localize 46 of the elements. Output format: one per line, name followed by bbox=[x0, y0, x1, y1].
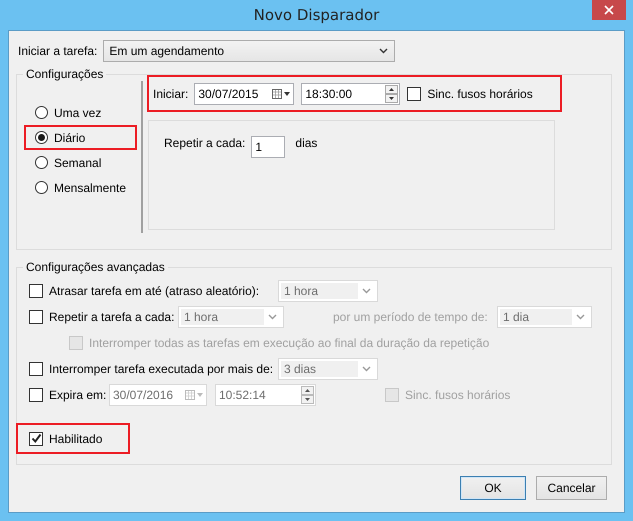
spinner-icon bbox=[301, 386, 314, 404]
field-label: Repetir a cada: bbox=[164, 136, 246, 150]
caret-icon bbox=[576, 314, 585, 320]
checkbox-label: Atrasar tarefa em até (atraso aleatório): bbox=[49, 284, 260, 298]
window-title: Novo Disparador bbox=[254, 6, 380, 24]
caret-icon bbox=[268, 314, 277, 320]
cancel-button[interactable]: Cancelar bbox=[536, 476, 607, 500]
date-picker[interactable]: 30/07/2015 bbox=[194, 82, 294, 104]
group-title: Configurações avançadas bbox=[25, 260, 166, 274]
checkbox-label: Interromper tarefa executada por mais de: bbox=[49, 362, 274, 376]
checkbox-label: Interromper todas as tarefas em execução ao final da duração da repetição bbox=[89, 336, 490, 350]
checkbox-label: Repetir a tarefa a cada: bbox=[49, 310, 174, 324]
caret-icon bbox=[379, 48, 388, 54]
group-title: Configurações bbox=[25, 67, 104, 81]
radio-button[interactable] bbox=[35, 131, 48, 144]
caret-icon bbox=[362, 288, 371, 294]
checkbox[interactable] bbox=[407, 86, 422, 100]
caret-icon bbox=[362, 366, 371, 372]
task-start-dropdown[interactable]: Em um agendamento bbox=[103, 40, 396, 62]
number-field[interactable]: 1 bbox=[251, 136, 286, 158]
radio-button[interactable] bbox=[35, 181, 48, 194]
radio-label: Semanal bbox=[54, 156, 102, 170]
checkbox-label: Habilitado bbox=[49, 432, 102, 446]
checkbox[interactable] bbox=[29, 310, 43, 324]
radio-label: Uma vez bbox=[54, 106, 102, 120]
calendar-icon bbox=[272, 88, 290, 98]
field-label: por um período de tempo de: bbox=[333, 310, 489, 324]
checkbox[interactable] bbox=[29, 362, 43, 376]
close-icon bbox=[604, 5, 614, 15]
time-field[interactable]: 18:30:00 bbox=[301, 82, 400, 104]
checkbox-label: Sinc. fusos horários bbox=[427, 86, 533, 100]
radio-label: Diário bbox=[54, 130, 86, 144]
field-label: Iniciar a tarefa: bbox=[18, 44, 98, 58]
calendar-icon bbox=[185, 390, 203, 400]
field-label: Iniciar: bbox=[153, 86, 188, 100]
checkbox[interactable] bbox=[29, 284, 43, 298]
spinner-icon bbox=[385, 84, 398, 102]
checkbox-label: Sinc. fusos horários bbox=[405, 388, 510, 402]
close-button[interactable] bbox=[592, 0, 626, 20]
radio-button[interactable] bbox=[35, 106, 48, 119]
ok-button[interactable]: OK bbox=[460, 476, 526, 500]
unit-label: dias bbox=[295, 136, 318, 150]
radio-label: Mensalmente bbox=[54, 180, 126, 194]
radio-button[interactable] bbox=[35, 156, 48, 169]
checkbox[interactable] bbox=[29, 432, 43, 446]
checkbox-label: Expira em: bbox=[49, 388, 106, 402]
